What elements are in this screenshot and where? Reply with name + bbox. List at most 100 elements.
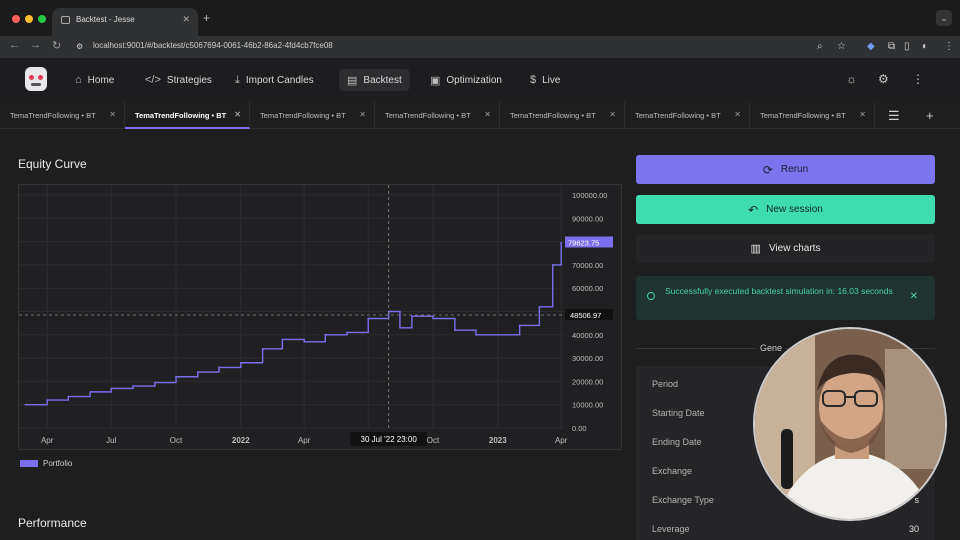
more-vertical-icon[interactable]: ⋮ bbox=[912, 72, 924, 86]
close-tab-icon[interactable]: ✕ bbox=[359, 110, 366, 119]
jesse-logo[interactable] bbox=[25, 67, 47, 91]
nav-import-candles[interactable]: ⤓ Import Candles bbox=[227, 69, 322, 91]
profile-icon[interactable]: ◐ bbox=[922, 41, 928, 52]
y-tick-label: 10000.00 bbox=[572, 401, 603, 410]
data-point bbox=[346, 331, 348, 334]
tab-label: TemaTrendFollowing • BT bbox=[135, 111, 227, 120]
nav-optimization[interactable]: ▣ Optimization bbox=[422, 69, 510, 91]
tab-label: TemaTrendFollowing • BT bbox=[510, 111, 596, 120]
data-point bbox=[475, 334, 477, 336]
close-tab-icon[interactable]: ✕ bbox=[182, 14, 190, 25]
data-point bbox=[281, 338, 284, 341]
reload-icon[interactable]: ↻ bbox=[52, 39, 61, 52]
view-charts-button[interactable]: ▥ View charts bbox=[636, 234, 935, 263]
tab-label: TemaTrendFollowing • BT bbox=[760, 111, 846, 120]
close-tab-icon[interactable]: ✕ bbox=[484, 110, 491, 119]
forward-icon[interactable]: → bbox=[30, 39, 41, 51]
nav-strategies[interactable]: </> Strategies bbox=[137, 69, 220, 91]
backtest-tab[interactable]: TemaTrendFollowing • BT ✕ bbox=[500, 102, 625, 129]
site-info-icon[interactable]: ⚙ bbox=[76, 42, 83, 51]
settings-icon[interactable]: ⚙ bbox=[878, 72, 889, 86]
dollar-icon: $ bbox=[530, 74, 537, 86]
nav-backtest[interactable]: ▤ Backtest bbox=[339, 69, 410, 91]
bar-chart-icon: ▥ bbox=[750, 243, 761, 255]
back-icon[interactable]: ← bbox=[9, 39, 20, 51]
close-tab-icon[interactable]: ✕ bbox=[609, 110, 616, 119]
data-point bbox=[89, 391, 91, 393]
close-tab-icon[interactable]: ✕ bbox=[734, 110, 741, 119]
nav-label: Optimization bbox=[446, 74, 502, 86]
stat-value: 30 bbox=[908, 524, 919, 534]
y-tick-label: 20000.00 bbox=[572, 377, 603, 386]
theme-sun-icon[interactable]: ☼ bbox=[846, 72, 857, 86]
x-tick-label: Oct bbox=[427, 436, 440, 445]
code-icon: </> bbox=[145, 74, 161, 86]
document-icon: ▤ bbox=[347, 74, 358, 87]
x-tick-label: 2023 bbox=[489, 436, 507, 445]
data-point bbox=[175, 375, 177, 378]
equity-chart-svg[interactable]: 100000.0090000.0080000.0070000.0060000.0… bbox=[19, 185, 621, 449]
portfolio-series-line bbox=[25, 242, 562, 406]
stack-icon[interactable]: ☰ bbox=[888, 108, 900, 124]
refresh-icon: ⟳ bbox=[762, 162, 773, 177]
close-window-icon[interactable] bbox=[12, 15, 20, 23]
sidepanel-icon[interactable]: ▯ bbox=[904, 41, 910, 52]
play-icon: ▣ bbox=[430, 74, 441, 87]
nav-home[interactable]: ⌂ Home bbox=[67, 69, 122, 91]
backtest-tab[interactable]: TemaTrendFollowing • BT ✕ bbox=[125, 102, 250, 129]
chrome-menu-icon[interactable]: ⋮ bbox=[944, 41, 954, 52]
add-tab-icon[interactable]: + bbox=[926, 108, 934, 123]
address-bar: ← → ↻ ⚙ localhost:9001/#/backtest/c50676… bbox=[0, 36, 960, 58]
data-point bbox=[154, 381, 156, 384]
backtest-tab[interactable]: TemaTrendFollowing • BT ✕ bbox=[250, 102, 375, 129]
backtest-tab[interactable]: TemaTrendFollowing • BT ✕ bbox=[625, 102, 750, 129]
data-point bbox=[24, 403, 27, 406]
data-point bbox=[218, 366, 220, 369]
undo-arrow-icon: ↶ bbox=[748, 202, 759, 217]
maximize-window-icon[interactable] bbox=[38, 15, 46, 23]
logo-mouth bbox=[31, 83, 41, 86]
view-charts-label: View charts bbox=[768, 243, 821, 254]
backtest-tab[interactable]: TemaTrendFollowing • BT ✕ bbox=[375, 102, 500, 129]
tab-search-icon[interactable]: ⌄ bbox=[936, 10, 952, 26]
data-point bbox=[46, 399, 48, 401]
close-alert-icon[interactable]: ✕ bbox=[910, 290, 918, 303]
bookmark-star-icon[interactable]: ☆ bbox=[837, 41, 846, 52]
new-session-button[interactable]: ↶ New session bbox=[636, 195, 935, 224]
logo-eye bbox=[38, 75, 43, 80]
y-tick-label: 30000.00 bbox=[572, 354, 603, 363]
url-field[interactable]: localhost:9001/#/backtest/c5067694-0061-… bbox=[93, 41, 333, 50]
y-tick-label: 90000.00 bbox=[572, 214, 603, 223]
y-tick-label: 0.00 bbox=[572, 424, 587, 433]
close-tab-icon[interactable]: ✕ bbox=[234, 110, 241, 119]
close-tab-icon[interactable]: ✕ bbox=[859, 110, 866, 119]
backtest-tab[interactable]: TemaTrendFollowing • BT ✕ bbox=[0, 102, 125, 129]
app-navbar: ⌂ Home </> Strategies ⤓ Import Candles ▤… bbox=[0, 58, 960, 102]
data-point bbox=[303, 340, 305, 343]
data-point bbox=[497, 334, 499, 336]
data-point bbox=[432, 317, 434, 320]
puzzle-icon[interactable]: ⧉ bbox=[888, 41, 895, 52]
new-session-label: New session bbox=[766, 204, 823, 215]
minimize-window-icon[interactable] bbox=[25, 15, 33, 23]
y-tick-label: 100000.00 bbox=[572, 191, 607, 200]
tab-label: TemaTrendFollowing • BT bbox=[10, 111, 96, 120]
data-point bbox=[324, 334, 327, 336]
equity-curve-title: Equity Curve bbox=[18, 157, 87, 171]
tab-label: TemaTrendFollowing • BT bbox=[385, 111, 471, 120]
nav-label: Strategies bbox=[166, 74, 212, 86]
new-tab-button[interactable]: + bbox=[203, 11, 210, 25]
backtest-tab[interactable]: TemaTrendFollowing • BT ✕ bbox=[750, 102, 875, 129]
zoom-icon[interactable]: ⌕ bbox=[817, 41, 823, 52]
rerun-button[interactable]: ⟳ Rerun bbox=[636, 155, 935, 184]
data-point bbox=[240, 361, 242, 364]
extension-icon[interactable]: ◆ bbox=[867, 41, 875, 52]
legend-swatch bbox=[20, 460, 38, 467]
equity-chart[interactable]: 100000.0090000.0080000.0070000.0060000.0… bbox=[18, 184, 622, 450]
page-icon bbox=[61, 16, 70, 24]
home-icon: ⌂ bbox=[75, 74, 82, 86]
close-tab-icon[interactable]: ✕ bbox=[109, 110, 116, 119]
nav-live[interactable]: $ Live bbox=[522, 69, 568, 91]
browser-tab[interactable]: Backtest - Jesse ✕ bbox=[52, 8, 198, 36]
data-point bbox=[399, 327, 401, 329]
